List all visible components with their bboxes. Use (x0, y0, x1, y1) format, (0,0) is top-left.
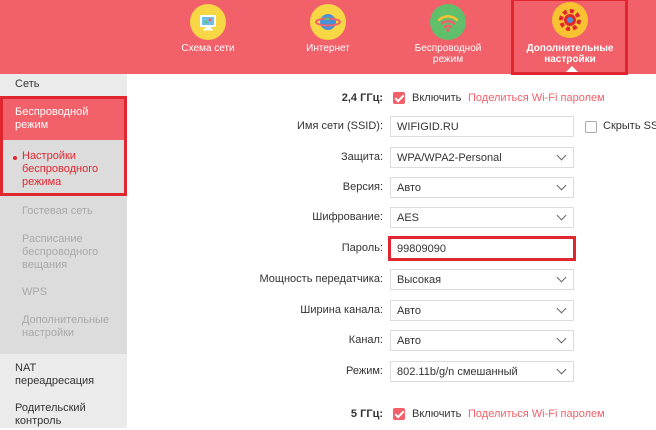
sidebar-item-label: Сеть (15, 78, 40, 90)
sidebar-item-label: NAT переадресация (15, 362, 95, 387)
version-row: Версия: Авто (140, 177, 656, 199)
band-5-enable-checkbox[interactable] (393, 408, 405, 420)
globe-icon (310, 4, 346, 40)
band-5-enable-label: Включить (412, 408, 462, 420)
ssid-label: Имя сети (SSID): (296, 120, 383, 132)
power-label: Мощность передатчика: (259, 273, 383, 285)
sidebar-item-parental-control[interactable]: Родительский контроль (0, 400, 127, 430)
channel-select[interactable]: Авто (390, 330, 574, 351)
version-value: Авто (397, 182, 421, 194)
band-5-row: 5 ГГц: Включить Поделиться Wi-Fi паролем (140, 404, 656, 426)
chevron-down-icon (556, 303, 567, 314)
band-24-enable-checkbox[interactable] (393, 92, 405, 104)
channel-width-value: Авто (397, 305, 421, 317)
encryption-row: Шифрование: AES (140, 207, 656, 229)
power-select[interactable]: Высокая (390, 269, 574, 290)
mode-value: 802.11b/g/n смешанный (397, 366, 518, 378)
security-row: Защита: WPA/WPA2-Personal (140, 147, 656, 169)
mode-row: Режим: 802.11b/g/n смешанный (140, 361, 656, 383)
security-select[interactable]: WPA/WPA2-Personal (390, 147, 574, 168)
encryption-select[interactable]: AES (390, 207, 574, 228)
sidebar-subitem-label: Гостевая сеть (22, 205, 93, 217)
wifi-icon (430, 4, 466, 40)
power-row: Мощность передатчика: Высокая (140, 269, 656, 291)
nav-network-map[interactable]: Схема сети (170, 0, 246, 74)
sidebar-item-nat[interactable]: NAT переадресация (0, 358, 127, 390)
password-label: Пароль: (341, 242, 383, 254)
sidebar-subitem-wps[interactable]: WPS (0, 286, 127, 302)
security-value: WPA/WPA2-Personal (397, 152, 502, 164)
mode-label: Режим: (346, 365, 383, 377)
hide-ssid-checkbox[interactable] (585, 121, 597, 133)
chevron-down-icon (556, 364, 567, 375)
security-label: Защита: (340, 151, 383, 163)
sidebar-subitem-label: Расписание беспроводного вещания (22, 233, 99, 271)
wireless-menu-highlight (0, 96, 127, 196)
channel-width-select[interactable]: Авто (390, 300, 574, 321)
password-highlight (388, 236, 576, 261)
nav-internet-label: Интернет (306, 43, 350, 54)
sidebar-subitem-guest-network[interactable]: Гостевая сеть (0, 205, 127, 221)
band-24-enable-label: Включить (412, 92, 462, 104)
mode-select[interactable]: 802.11b/g/n смешанный (390, 361, 574, 382)
network-map-icon (190, 4, 226, 40)
nav-internet[interactable]: Интернет (290, 0, 366, 74)
chevron-down-icon (556, 272, 567, 283)
version-label: Версия: (342, 181, 383, 193)
advanced-settings-highlight (511, 0, 628, 75)
channel-value: Авто (397, 335, 421, 347)
band-24-label: 2,4 ГГц: (341, 92, 383, 104)
ssid-input[interactable]: WIFIGID.RU (390, 116, 574, 137)
encryption-label: Шифрование: (312, 211, 383, 223)
channel-width-label: Ширина канала: (300, 304, 383, 316)
encryption-value: AES (397, 212, 420, 224)
band-5-label: 5 ГГц: (350, 408, 383, 420)
chevron-down-icon (556, 333, 567, 344)
band-5-share-link[interactable]: Поделиться Wi-Fi паролем (468, 408, 605, 420)
ssid-value: WIFIGID.RU (397, 121, 459, 133)
sidebar-item-network[interactable]: Сеть (0, 74, 127, 96)
hide-ssid-label: Скрыть SS (603, 120, 656, 132)
sidebar-item-label: Родительский контроль (15, 402, 86, 427)
sidebar-subitem-label: Дополнительные настройки (22, 314, 110, 339)
band-24-share-link[interactable]: Поделиться Wi-Fi паролем (468, 92, 605, 104)
ssid-row: Имя сети (SSID): WIFIGID.RU Скрыть SS (140, 116, 656, 138)
chevron-down-icon (556, 180, 567, 191)
version-select[interactable]: Авто (390, 177, 574, 198)
channel-width-row: Ширина канала: Авто (140, 300, 656, 322)
channel-row: Канал: Авто (140, 330, 656, 352)
band-24-row: 2,4 ГГц: Включить Поделиться Wi-Fi парол… (140, 88, 656, 110)
nav-wireless[interactable]: Беспроводной режим (405, 0, 491, 74)
channel-label: Канал: (348, 334, 383, 346)
nav-wireless-label: Беспроводной режим (414, 43, 482, 65)
sidebar-subitem-label: WPS (22, 286, 48, 298)
chevron-down-icon (556, 150, 567, 161)
nav-network-map-label: Схема сети (181, 43, 235, 54)
power-value: Высокая (397, 274, 442, 286)
sidebar-subitem-advanced[interactable]: Дополнительные настройки (0, 314, 127, 344)
chevron-down-icon (556, 210, 567, 221)
sidebar-subitem-schedule[interactable]: Расписание беспроводного вещания (0, 233, 127, 273)
